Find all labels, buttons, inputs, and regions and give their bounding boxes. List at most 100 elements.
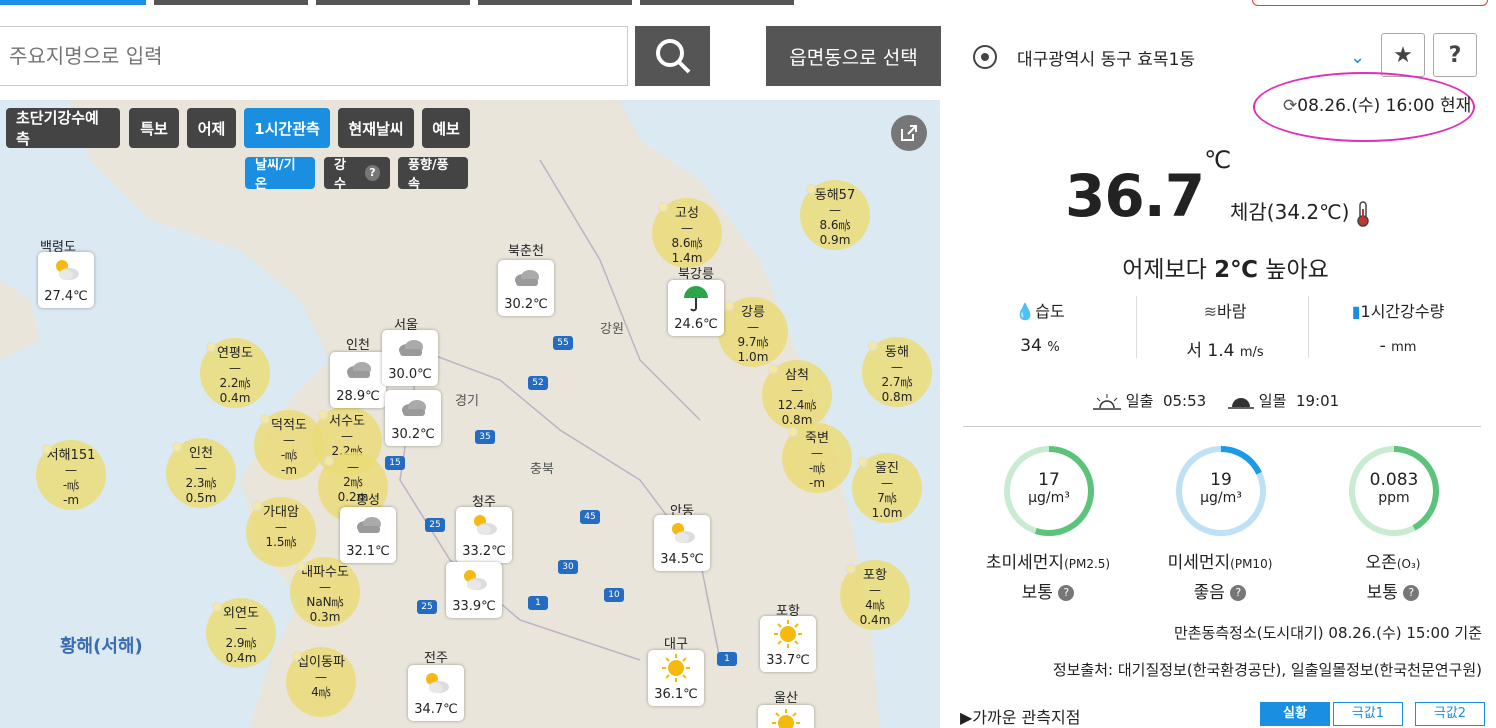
search-button[interactable]	[635, 26, 710, 86]
updated-time-text: 08.26.(수) 16:00 현재	[1297, 96, 1472, 116]
sea-buoy-bubble[interactable]: 십이동파 —4㎧	[286, 647, 356, 717]
station-weather-card[interactable]: 36.1℃	[648, 650, 704, 706]
buoy-separator: —	[229, 361, 241, 375]
sea-buoy-bubble[interactable]: 가대암 —1.5㎧	[246, 497, 316, 567]
nearby-stations-toggle[interactable]: ▶가까운 관측지점	[960, 704, 1080, 728]
help-icon[interactable]: ?	[364, 165, 380, 181]
station-temp: 32.1℃	[346, 544, 390, 559]
buoy-wave: 0.9m	[819, 233, 851, 247]
temperature-value: 36.7	[1065, 162, 1205, 230]
sea-buoy-bubble[interactable]: 외연도 —2.9㎧ 0.4m	[206, 598, 276, 668]
station-weather-card[interactable]: 30.2℃	[498, 260, 554, 316]
open-external-button[interactable]	[891, 115, 927, 151]
chevron-down-icon[interactable]: ⌄	[1350, 47, 1365, 68]
gauge-unit: μg/m³	[1028, 490, 1070, 506]
tab-extreme-2[interactable]: 극값2	[1415, 702, 1485, 726]
help-button[interactable]: ?	[1433, 33, 1477, 77]
sea-label: 황해(서해)	[60, 636, 143, 657]
sea-buoy-bubble[interactable]: 동해57—8.6㎧ 0.9m	[800, 180, 870, 250]
buoy-wind: 2㎧	[343, 475, 363, 489]
sea-buoy-bubble[interactable]: 고성 —8.6㎧ 1.4m	[652, 198, 722, 268]
chip-weather-temp[interactable]: 날씨/기온	[245, 157, 315, 192]
sea-buoy-bubble[interactable]: 삼척 —12.4㎧ 0.8m	[762, 360, 832, 430]
station-weather-card[interactable]: 33.9℃	[446, 562, 502, 618]
sea-buoy-bubble[interactable]: 죽변 — -㎧ -m	[782, 423, 852, 493]
buoy-dot-icon	[868, 341, 878, 351]
chip-forecast[interactable]: 예보	[422, 108, 470, 148]
select-by-town-button[interactable]: 읍면동으로 선택	[766, 26, 941, 86]
buoy-separator: —	[235, 621, 247, 635]
station-weather-card[interactable]: 32.1℃	[340, 507, 396, 563]
help-icon[interactable]: ?	[1058, 585, 1075, 601]
station-weather-card[interactable]: 33.7℃	[760, 616, 816, 672]
cloudy-icon	[354, 511, 382, 539]
compare-prefix: 어제보다	[1122, 257, 1215, 283]
station-weather-card[interactable]	[758, 705, 814, 728]
top-tab-4[interactable]	[478, 0, 632, 5]
station-temp: 28.9℃	[336, 389, 380, 404]
chip-hourly-observation[interactable]: 1시간관측	[244, 108, 330, 148]
chip-yesterday[interactable]: 어제	[187, 108, 236, 148]
weather-map[interactable]: 황해(서해) 강원 경기 충북 55 52 35 15 45 25 30 10 …	[0, 100, 940, 728]
buoy-wind: 2.3㎧	[185, 476, 217, 490]
favorite-button[interactable]: ★	[1381, 33, 1425, 77]
tab-extreme-1[interactable]: 극값1	[1333, 702, 1403, 726]
sea-buoy-bubble[interactable]: 동해 —2.7㎧ 0.8m	[862, 337, 932, 407]
refresh-icon[interactable]: ⟳	[1283, 96, 1297, 116]
sea-buoy-bubble[interactable]: 연평도 —2.2㎧ 0.4m	[200, 338, 270, 408]
rain-gauge-icon: ▮	[1351, 302, 1361, 321]
sea-buoy-bubble[interactable]: 울진 —7㎧ 1.0m	[852, 453, 922, 523]
buoy-wave: -m	[808, 476, 826, 490]
help-icon: ?	[1448, 42, 1462, 68]
buoy-wind: 8.6㎧	[671, 236, 703, 250]
rain-stat: ▮1시간강수량 - mm	[1313, 298, 1483, 356]
top-tab-3[interactable]	[316, 0, 470, 5]
sea-buoy-bubble[interactable]: 내파수도 — NaN㎧ 0.3m	[290, 557, 360, 627]
station-temp: 33.9℃	[452, 599, 496, 614]
chip-rain[interactable]: 강수 ?	[324, 157, 390, 192]
province-label: 강원	[600, 322, 624, 337]
station-weather-card[interactable]: 28.9℃	[330, 352, 386, 408]
station-weather-card[interactable]: 30.2℃	[385, 390, 441, 446]
buoy-separator: —	[891, 360, 903, 374]
location-name[interactable]: 대구광역시 동구 효목1동	[1017, 45, 1195, 70]
buoy-wave: 1.0m	[871, 506, 903, 520]
station-weather-card[interactable]: 30.0℃	[382, 330, 438, 386]
sea-buoy-bubble[interactable]: 인천 —2.3㎧ 0.5m	[166, 438, 236, 508]
sea-buoy-bubble[interactable]: 서해151— -㎧ -m	[36, 440, 106, 510]
road-marker: 45	[580, 510, 600, 524]
compare-value: 2℃	[1214, 257, 1258, 283]
chip-special-report[interactable]: 특보	[129, 108, 179, 148]
divider	[963, 426, 1481, 427]
buoy-wind: 2.2㎧	[219, 376, 251, 390]
province-label: 경기	[455, 394, 479, 409]
station-temp: 27.4℃	[44, 289, 88, 304]
help-icon[interactable]: ?	[1403, 585, 1420, 601]
station-weather-card[interactable]: 24.6℃	[668, 280, 724, 336]
sea-buoy-bubble[interactable]: 강릉 —9.7㎧ 1.0m	[718, 297, 788, 367]
location-target-icon[interactable]	[973, 45, 997, 69]
station-weather-card[interactable]: 27.4℃	[38, 252, 94, 308]
station-temp: 30.2℃	[391, 427, 435, 442]
chip-current-weather[interactable]: 현재날씨	[338, 108, 414, 148]
top-tab-5[interactable]	[640, 0, 794, 5]
road-marker: 15	[385, 456, 405, 470]
station-weather-card[interactable]: 34.7℃	[408, 665, 464, 721]
partly-cloudy-icon	[460, 566, 488, 594]
gauge-label: 미세먼지(PM10)	[1135, 548, 1305, 573]
feels-like-text: 체감(34.2℃)	[1230, 200, 1350, 224]
top-tab-2[interactable]	[154, 0, 308, 5]
buoy-dot-icon	[788, 427, 798, 437]
help-icon[interactable]: ?	[1230, 585, 1247, 601]
station-weather-card[interactable]: 33.2℃	[456, 507, 512, 563]
gauge-label-text: 미세먼지	[1167, 553, 1231, 573]
sea-buoy-bubble[interactable]: 포항 —4㎧ 0.4m	[840, 560, 910, 630]
search-input[interactable]	[0, 26, 628, 86]
updated-time[interactable]: ⟳08.26.(수) 16:00 현재	[1283, 91, 1471, 116]
chip-nowcast-rain[interactable]: 초단기강수예측	[6, 108, 120, 148]
buoy-separator: —	[681, 221, 693, 235]
chip-wind[interactable]: 풍향/풍속	[398, 157, 468, 192]
tab-current[interactable]: 실황	[1260, 702, 1330, 726]
top-tab-1[interactable]	[0, 0, 146, 5]
station-weather-card[interactable]: 34.5℃	[654, 515, 710, 571]
